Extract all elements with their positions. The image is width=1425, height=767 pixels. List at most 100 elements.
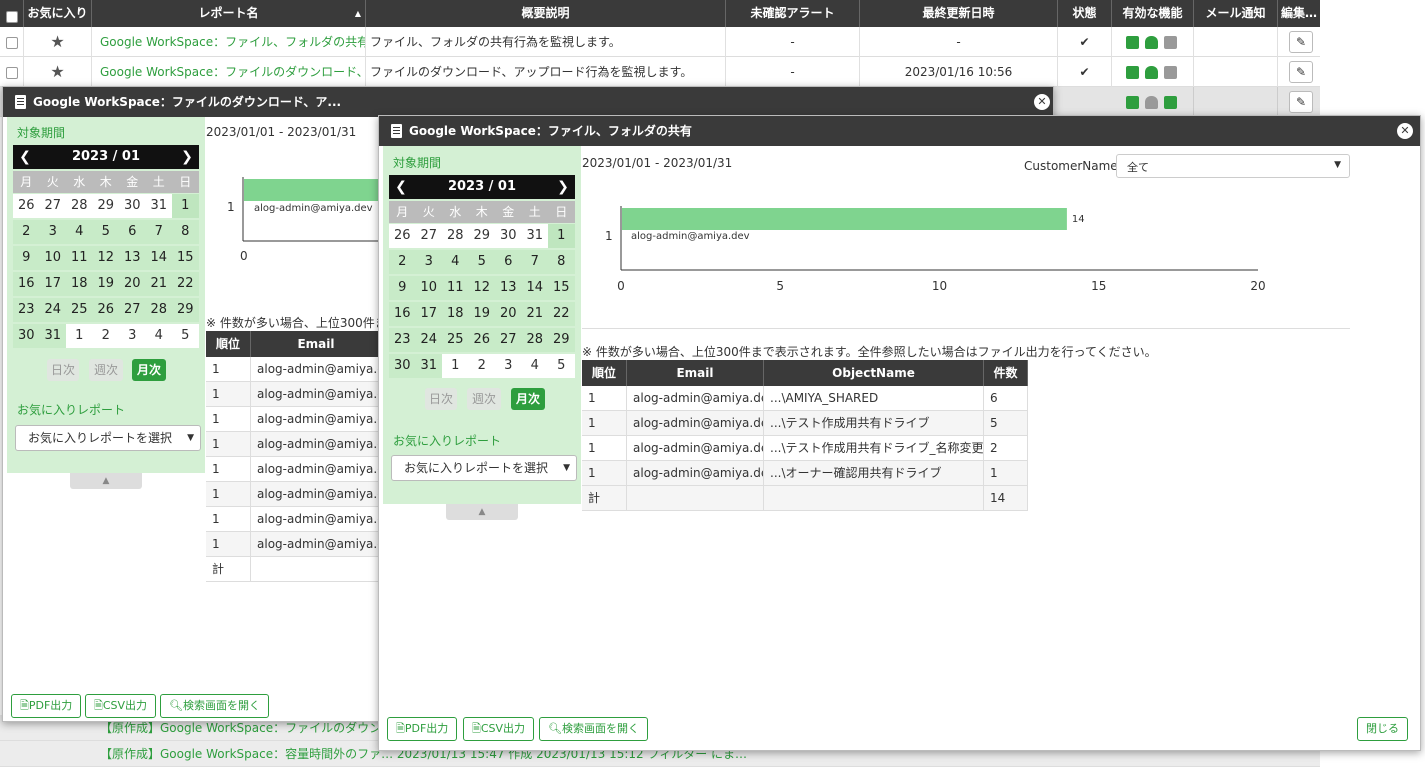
favorite-report-select[interactable]: お気に入りレポートを選択 ▼ [15, 425, 201, 451]
calendar-day[interactable]: 29 [92, 194, 119, 218]
calendar-day[interactable]: 4 [66, 220, 93, 244]
weekly-button[interactable]: 週次 [89, 359, 123, 381]
table-row[interactable]: ★ Google WorkSpace：ファイルのダウンロード、アップロード ファ… [0, 57, 1320, 87]
calendar-day[interactable]: 26 [92, 298, 119, 322]
calendar-day[interactable]: 7 [145, 220, 172, 244]
calendar-day[interactable]: 18 [442, 302, 469, 326]
calendar-day[interactable]: 29 [172, 298, 199, 322]
calendar-day[interactable]: 31 [39, 324, 66, 348]
calendar-day[interactable]: 5 [92, 220, 119, 244]
calendar-day[interactable]: 5 [468, 250, 495, 274]
calendar-day[interactable]: 12 [92, 246, 119, 270]
header-last-updated[interactable]: 最終更新日時 [860, 0, 1058, 27]
calendar-day[interactable]: 15 [172, 246, 199, 270]
calendar-day[interactable]: 26 [468, 328, 495, 352]
calendar-day[interactable]: 3 [39, 220, 66, 244]
calendar-day[interactable]: 5 [548, 354, 575, 378]
calendar-day[interactable]: 8 [548, 250, 575, 274]
chevron-right-icon[interactable]: ❯ [553, 175, 573, 199]
collapse-panel-button[interactable]: ▲ [70, 473, 142, 489]
header-mail-notify[interactable]: メール通知 [1194, 0, 1278, 27]
calendar-day[interactable]: 9 [389, 276, 416, 300]
calendar-day[interactable]: 11 [66, 246, 93, 270]
monthly-button[interactable]: 月次 [132, 359, 166, 381]
calendar-day[interactable]: 10 [415, 276, 442, 300]
header-report-name[interactable]: レポート名 ▲ [92, 0, 366, 27]
calendar-day[interactable]: 22 [548, 302, 575, 326]
calendar-day[interactable]: 14 [145, 246, 172, 270]
calendar-day[interactable]: 16 [13, 272, 40, 296]
calendar-day[interactable]: 15 [548, 276, 575, 300]
calendar-day[interactable]: 21 [521, 302, 548, 326]
table-row[interactable]: ★ Google WorkSpace：ファイル、フォルダの共有 ファイル、フォル… [0, 27, 1320, 57]
open-search-button[interactable]: 🔍︎検索画面を開く [539, 717, 648, 741]
calendar-day[interactable]: 29 [468, 224, 495, 248]
calendar-day[interactable]: 28 [521, 328, 548, 352]
calendar-day[interactable]: 27 [119, 298, 146, 322]
calendar-day[interactable]: 19 [468, 302, 495, 326]
calendar-day[interactable]: 3 [119, 324, 146, 348]
daily-button[interactable]: 日次 [425, 388, 457, 410]
calendar-day[interactable]: 18 [66, 272, 93, 296]
calendar-day[interactable]: 27 [495, 328, 522, 352]
calendar-day[interactable]: 26 [13, 194, 40, 218]
close-button[interactable]: 閉じる [1357, 717, 1408, 741]
header-description[interactable]: 概要説明 [366, 0, 726, 27]
favorite-star-icon[interactable]: ★ [24, 57, 92, 87]
edit-button[interactable]: ✎ [1289, 61, 1313, 83]
daily-button[interactable]: 日次 [47, 359, 79, 381]
header-favorite[interactable]: お気に入り [24, 0, 92, 27]
chevron-left-icon[interactable]: ❮ [15, 145, 35, 169]
report-name-link[interactable]: Google WorkSpace：ファイルのダウンロード、アップロード [92, 57, 366, 87]
calendar-day[interactable]: 6 [495, 250, 522, 274]
modal-title-bar[interactable]: Google WorkSpace：ファイルのダウンロード、ア... [3, 87, 1053, 117]
chevron-right-icon[interactable]: ❯ [177, 145, 197, 169]
calendar-day[interactable]: 1 [442, 354, 469, 378]
monthly-button[interactable]: 月次 [511, 388, 545, 410]
calendar-day[interactable]: 6 [119, 220, 146, 244]
calendar-day[interactable]: 1 [66, 324, 93, 348]
edit-button[interactable]: ✎ [1289, 91, 1313, 113]
calendar-day[interactable]: 19 [92, 272, 119, 296]
calendar-day[interactable]: 2 [389, 250, 416, 274]
calendar-day[interactable]: 28 [145, 298, 172, 322]
select-all-checkbox-cell[interactable] [0, 0, 24, 27]
row-checkbox[interactable] [5, 36, 18, 49]
calendar-day[interactable]: 2 [13, 220, 40, 244]
pdf-export-button[interactable]: 🗎PDF出力 [387, 717, 458, 741]
calendar-day[interactable]: 25 [442, 328, 469, 352]
calendar-day[interactable]: 4 [442, 250, 469, 274]
calendar-day[interactable]: 17 [39, 272, 66, 296]
customer-filter-select[interactable]: 全て ▼ [1116, 154, 1350, 178]
calendar-day[interactable]: 20 [119, 272, 146, 296]
calendar-day[interactable]: 16 [389, 302, 416, 326]
modal-title-bar[interactable]: Google WorkSpace：ファイル、フォルダの共有 [379, 116, 1420, 146]
calendar-day[interactable]: 7 [521, 250, 548, 274]
calendar-day[interactable]: 28 [66, 194, 93, 218]
calendar-day[interactable]: 3 [415, 250, 442, 274]
calendar-day[interactable]: 31 [521, 224, 548, 248]
row-checkbox[interactable] [5, 66, 18, 79]
calendar-day[interactable]: 14 [521, 276, 548, 300]
calendar-day[interactable]: 27 [39, 194, 66, 218]
calendar-day[interactable]: 2 [468, 354, 495, 378]
calendar-day[interactable]: 30 [13, 324, 40, 348]
calendar-day[interactable]: 24 [415, 328, 442, 352]
close-icon[interactable]: ✕ [1397, 123, 1413, 139]
calendar-day[interactable]: 30 [495, 224, 522, 248]
header-status[interactable]: 状態 [1058, 0, 1112, 27]
calendar-day[interactable]: 30 [119, 194, 146, 218]
chevron-left-icon[interactable]: ❮ [391, 175, 411, 199]
calendar-day[interactable]: 23 [13, 298, 40, 322]
edit-button[interactable]: ✎ [1289, 31, 1313, 53]
csv-export-button[interactable]: 🗎CSV出力 [85, 694, 157, 718]
calendar-day[interactable]: 25 [66, 298, 93, 322]
calendar-day[interactable]: 28 [442, 224, 469, 248]
calendar-day[interactable]: 3 [495, 354, 522, 378]
calendar-day[interactable]: 30 [389, 354, 416, 378]
calendar-day[interactable]: 24 [39, 298, 66, 322]
calendar-day[interactable]: 27 [415, 224, 442, 248]
weekly-button[interactable]: 週次 [467, 388, 501, 410]
calendar-day[interactable]: 31 [415, 354, 442, 378]
calendar-day[interactable]: 13 [495, 276, 522, 300]
